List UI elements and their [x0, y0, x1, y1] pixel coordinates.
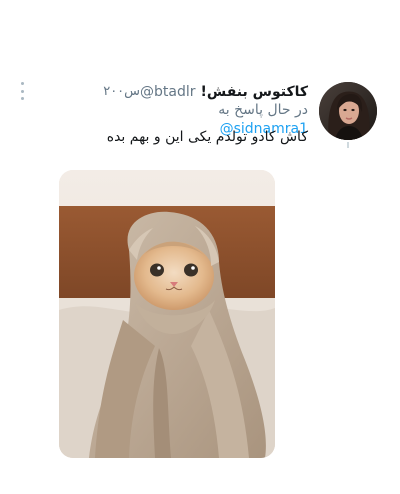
menu-dot [20, 97, 24, 100]
tweet-timestamp[interactable]: ۲۰۰س [103, 82, 140, 102]
cat-in-blanket-image [59, 170, 275, 458]
tweet-body: کاش کادو تولدم یکی این و بهم بده [106, 129, 308, 145]
menu-dot [20, 82, 24, 85]
user-display-name[interactable]: کاکتوس بنفش! [201, 82, 308, 102]
thread-connector [347, 142, 349, 148]
tweet-screen: ۲۰۰س @btadlr کاکتوس بنفش! در حال پاسخ به… [0, 0, 400, 494]
avatar-photo [319, 82, 377, 140]
more-options-icon[interactable] [16, 82, 28, 100]
user-handle[interactable]: @btadlr [140, 82, 196, 102]
menu-dot [20, 89, 24, 93]
tweet-media-image[interactable] [59, 170, 275, 458]
user-avatar[interactable] [319, 82, 377, 140]
tweet-header: ۲۰۰س @btadlr کاکتوس بنفش! [48, 82, 308, 102]
reply-prefix: در حال پاسخ به [218, 102, 308, 118]
